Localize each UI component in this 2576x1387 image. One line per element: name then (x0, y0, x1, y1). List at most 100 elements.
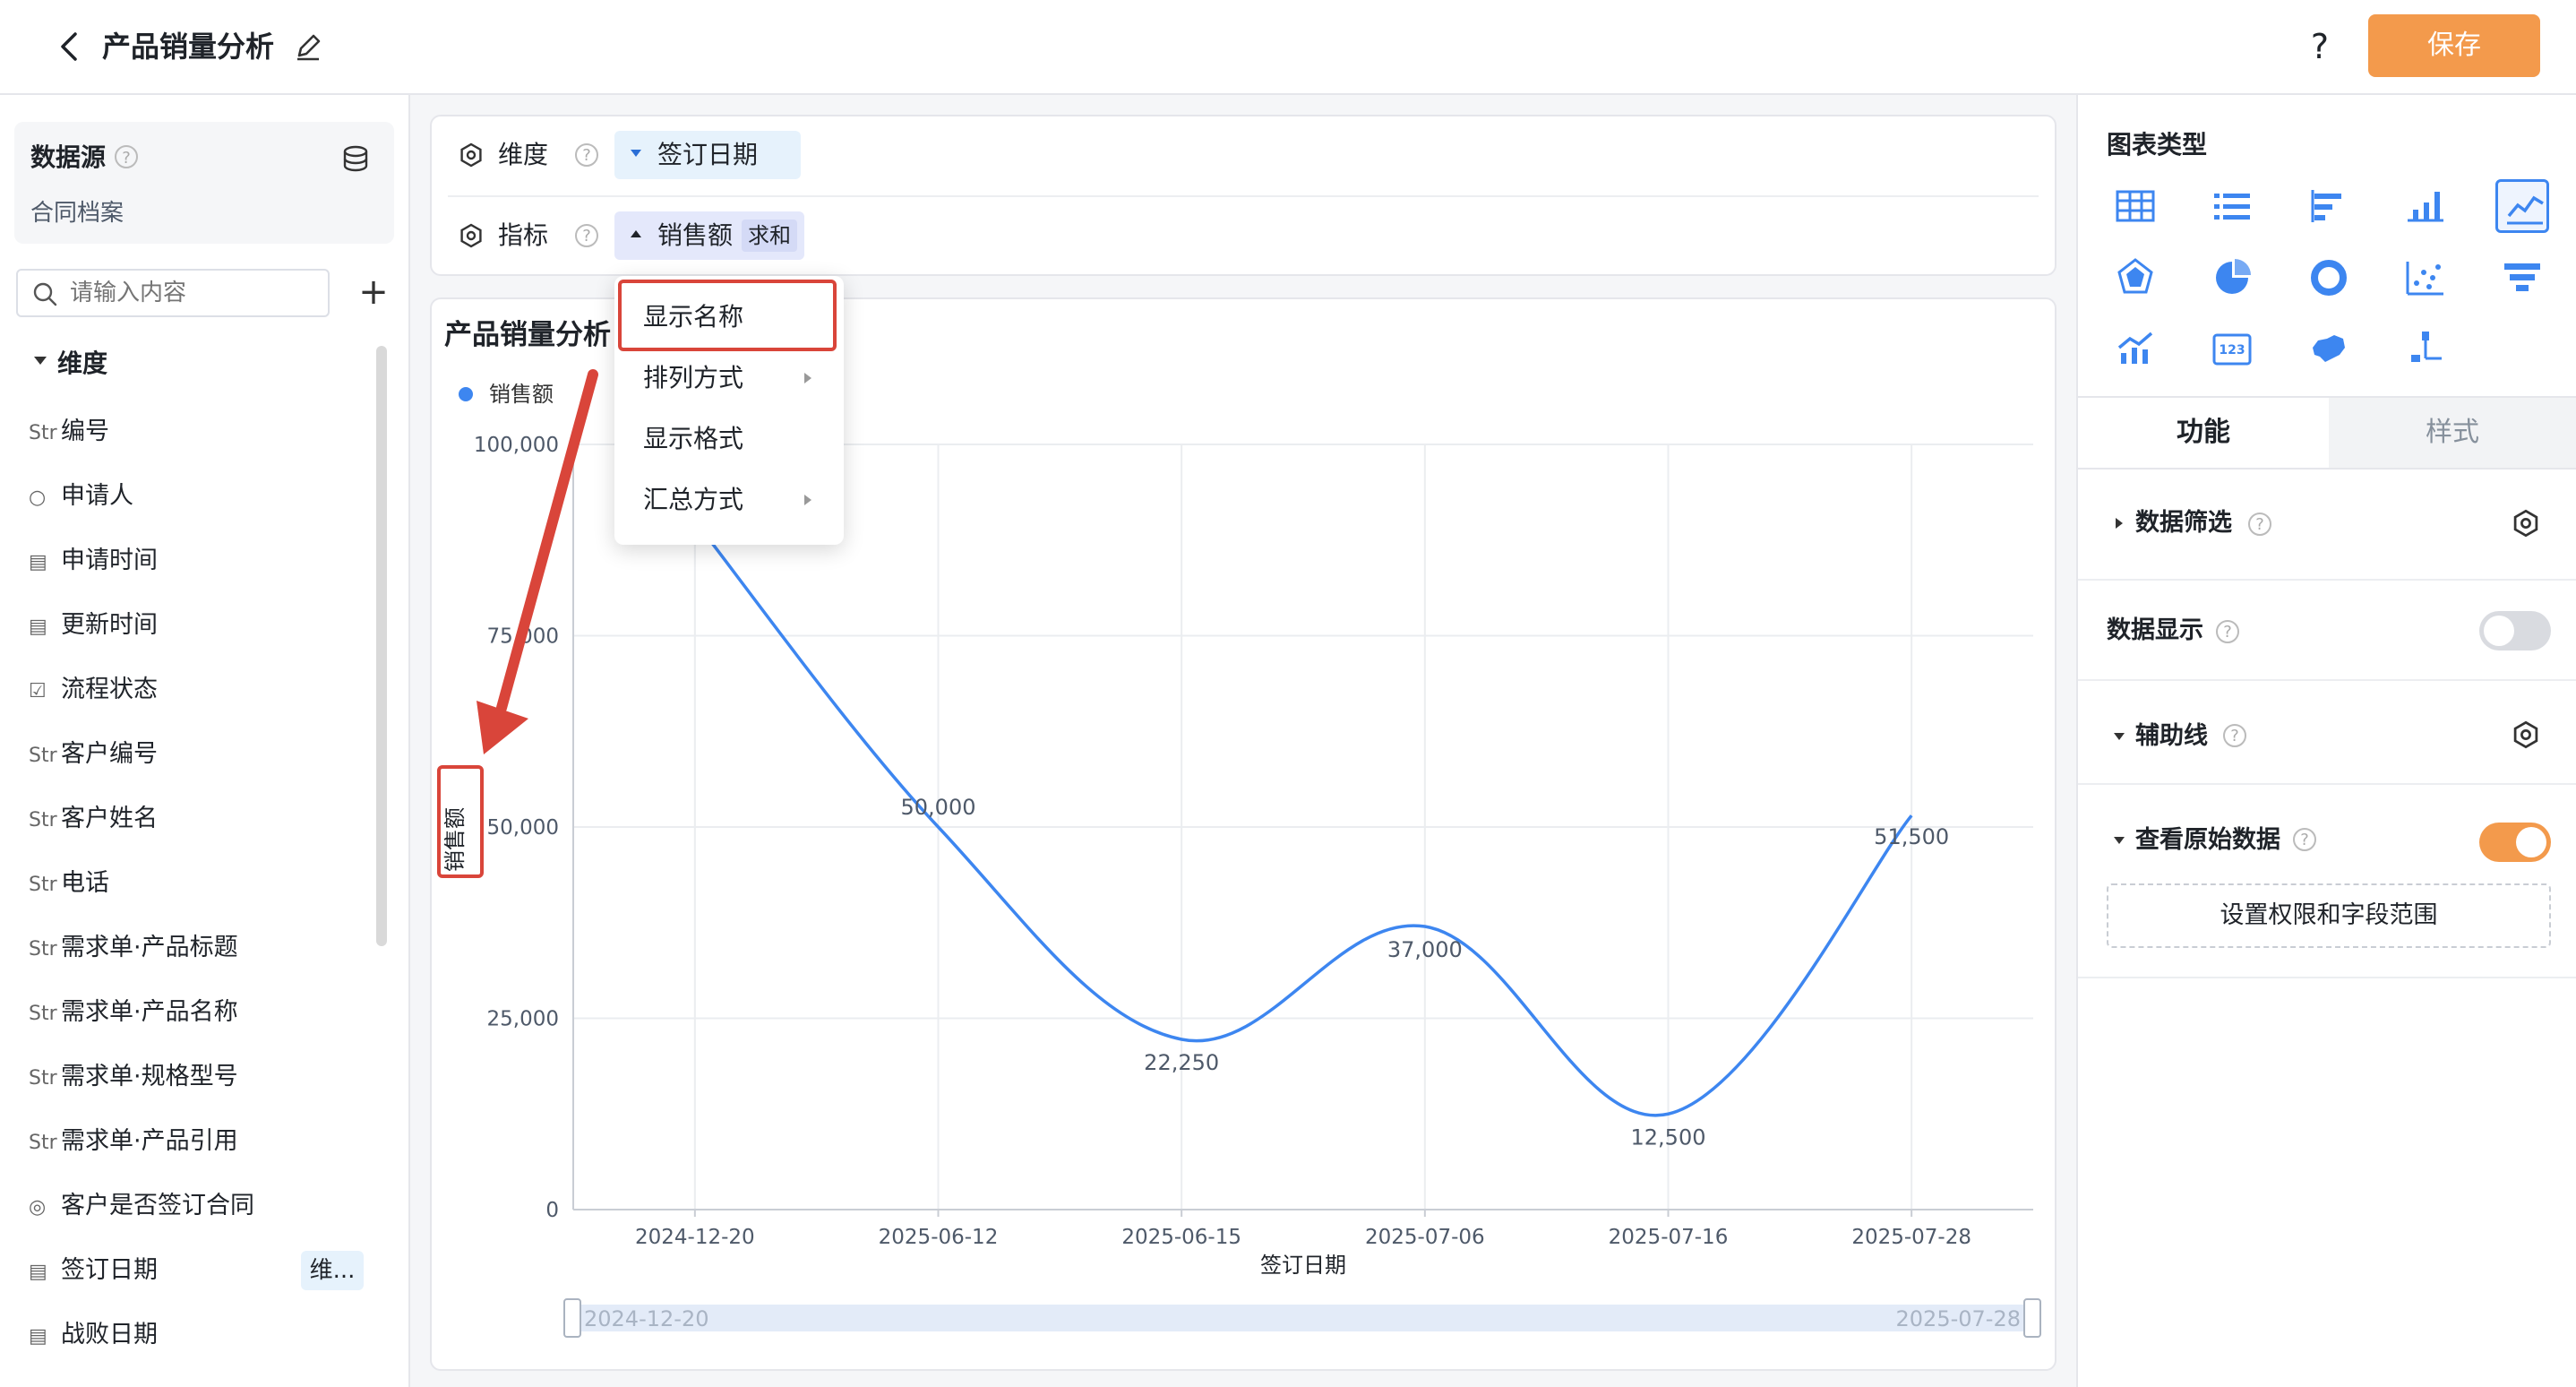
range-slider-handle-start[interactable] (563, 1298, 581, 1338)
x-tick-label: 2025-07-28 (1851, 1226, 1971, 1249)
menu-item[interactable]: 汇总方式 (643, 482, 743, 518)
add-field-icon[interactable]: + (355, 269, 392, 317)
field-item[interactable]: Str 需求单·产品引用 (29, 1122, 238, 1161)
range-slider-track[interactable] (573, 1305, 2033, 1331)
caret-down-icon[interactable] (2114, 837, 2125, 844)
indicator-icon[interactable]: 123 (2205, 323, 2259, 376)
submenu-arrow-icon (804, 495, 811, 505)
dimension-help-icon[interactable]: ? (575, 143, 598, 167)
caret-down-icon[interactable] (34, 357, 47, 365)
field-item[interactable]: ☑ 流程状态 (29, 670, 158, 710)
back-icon[interactable] (52, 23, 88, 70)
caret-right-icon[interactable] (2116, 518, 2123, 529)
field-item[interactable]: Str 客户姓名 (29, 799, 158, 839)
list-icon[interactable] (2205, 179, 2259, 233)
pill-caret-up-icon[interactable] (631, 230, 641, 237)
field-item[interactable]: ○ 申请人 (29, 477, 133, 516)
section-data-filter[interactable]: 数据筛选 (2135, 505, 2232, 541)
data-display-toggle[interactable] (2479, 611, 2551, 650)
caret-down-icon[interactable] (2114, 733, 2125, 740)
database-icon[interactable] (340, 143, 371, 174)
field-item[interactable]: Str 客户编号 (29, 735, 158, 774)
section-divider (2078, 679, 2576, 681)
page-title: 产品销量分析 (102, 30, 275, 64)
raw-data-help-icon[interactable]: ? (2293, 828, 2316, 851)
string-type-icon: Str (29, 745, 57, 767)
horizontal-bar-icon[interactable] (2302, 179, 2356, 233)
field-item[interactable]: Str 编号 (29, 412, 109, 452)
series-line[interactable] (693, 520, 1913, 1117)
range-slider-end-label: 2025-07-28 (1896, 1306, 2021, 1331)
x-tick-label: 2025-07-16 (1609, 1226, 1729, 1249)
aux-line-settings-icon[interactable] (2512, 720, 2540, 753)
string-type-icon: Str (29, 1003, 57, 1025)
help-icon[interactable]: ? (2300, 23, 2340, 70)
chart-title: 产品销量分析 (444, 319, 611, 351)
highlight-box-axis-title (437, 765, 484, 878)
metric-gear-icon (459, 223, 484, 248)
filter-help-icon[interactable]: ? (2248, 513, 2271, 536)
raw-data-toggle[interactable] (2479, 823, 2551, 862)
field-label: 客户姓名 (61, 805, 158, 832)
field-item[interactable]: ▤ 更新时间 (29, 606, 158, 645)
map-icon[interactable] (2302, 323, 2356, 376)
submenu-arrow-icon (804, 373, 811, 383)
data-display-help-icon[interactable]: ? (2216, 620, 2239, 643)
field-label: 需求单·产品标题 (61, 934, 238, 961)
field-item[interactable]: ▤ 申请时间 (29, 541, 158, 581)
data-label: 50,000 (901, 795, 976, 820)
y-tick-label: 25,000 (487, 1008, 559, 1031)
menu-item[interactable]: 显示格式 (643, 421, 743, 457)
field-item[interactable]: ◎ 客户是否签订合同 (29, 1186, 254, 1226)
field-label: 需求单·规格型号 (61, 1063, 238, 1090)
filter-settings-icon[interactable] (2512, 509, 2540, 541)
section-divider (2078, 579, 2576, 581)
tree-icon[interactable] (2399, 323, 2452, 376)
y-tick-label: 0 (545, 1199, 559, 1222)
y-tick-label: 50,000 (487, 816, 559, 840)
config-divider (448, 195, 2039, 197)
pill-caret-down-icon[interactable] (631, 150, 641, 157)
field-label: 流程状态 (61, 676, 158, 703)
set-permission-button[interactable]: 设置权限和字段范围 (2107, 883, 2551, 948)
aux-line-help-icon[interactable]: ? (2223, 724, 2246, 747)
datasource-help-icon[interactable]: ? (115, 145, 138, 168)
x-tick-label: 2024-12-20 (635, 1226, 755, 1249)
scatter-icon[interactable] (2399, 251, 2452, 305)
tab-style[interactable]: 样式 (2329, 398, 2576, 468)
field-label: 更新时间 (61, 611, 158, 639)
bar-icon[interactable] (2399, 179, 2452, 233)
calendar-icon: ▤ (29, 551, 47, 573)
field-item[interactable]: Str 电话 (29, 864, 109, 903)
field-item[interactable]: Str 需求单·规格型号 (29, 1057, 238, 1097)
save-button[interactable]: 保存 (2368, 14, 2540, 77)
menu-item[interactable]: 排列方式 (643, 360, 743, 396)
table-icon[interactable] (2108, 179, 2162, 233)
dimension-group-label[interactable]: 维度 (57, 346, 107, 382)
field-item[interactable]: Str 需求单·产品名称 (29, 993, 238, 1032)
tab-function[interactable]: 功能 (2078, 398, 2329, 468)
string-type-icon: Str (29, 422, 57, 444)
range-slider-handle-end[interactable] (2023, 1298, 2041, 1338)
field-item[interactable]: ▤ 签订日期 (29, 1251, 158, 1290)
donut-icon[interactable] (2302, 251, 2356, 305)
section-raw-data[interactable]: 查看原始数据 (2135, 823, 2280, 858)
metric-help-icon[interactable]: ? (575, 224, 598, 247)
edit-title-icon[interactable] (292, 29, 324, 65)
pie-icon[interactable] (2205, 251, 2259, 305)
section-aux-line[interactable]: 辅助线 (2135, 719, 2208, 754)
highlight-box-show-name (618, 280, 837, 351)
field-item[interactable]: ▤ 战败日期 (29, 1315, 158, 1355)
datasource-label: 数据源 (30, 142, 107, 172)
field-item[interactable]: Str 需求单·产品标题 (29, 928, 238, 968)
field-dimension-tag: 维... (301, 1251, 364, 1290)
calendar-icon: ▤ (29, 1261, 47, 1283)
combo-icon[interactable] (2108, 323, 2162, 376)
field-list-scrollbar[interactable] (376, 346, 387, 946)
funnel-icon[interactable] (2495, 251, 2549, 305)
line-icon[interactable] (2495, 179, 2549, 233)
search-input[interactable] (16, 269, 330, 317)
radar-icon[interactable] (2108, 251, 2162, 305)
metric-pill-label: 销售额 (657, 220, 734, 250)
search-icon (32, 281, 57, 306)
